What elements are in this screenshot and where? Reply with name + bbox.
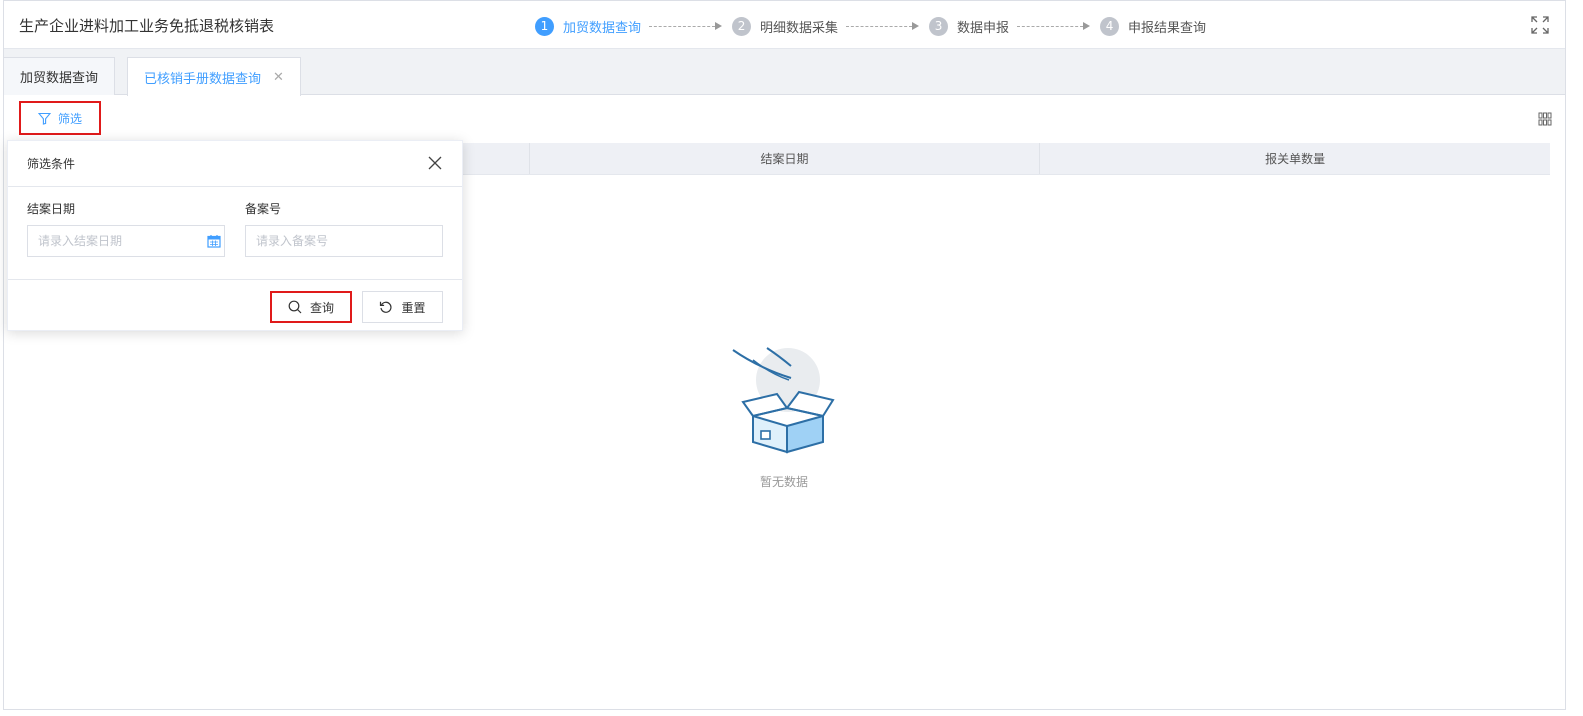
step-label: 申报结果查询	[1128, 20, 1207, 36]
step-2[interactable]: 2 明细数据采集	[732, 16, 839, 36]
calendar-icon[interactable]	[207, 234, 221, 248]
step-4[interactable]: 4 申报结果查询	[1100, 16, 1207, 36]
reset-button[interactable]: 重置	[362, 291, 443, 323]
filter-panel: 筛选条件 结案日期 备案号 查询	[7, 140, 463, 331]
empty-box-icon	[732, 347, 835, 454]
tab-verified-manual-query[interactable]: 已核销手册数据查询 ✕	[127, 57, 301, 96]
column-header-declaration-count[interactable]: 报关单数量	[1040, 143, 1550, 174]
reset-label: 重置	[401, 300, 426, 315]
filter-panel-header: 筛选条件	[8, 141, 462, 187]
record-number-label: 备案号	[245, 202, 282, 216]
record-number-input[interactable]	[245, 225, 443, 257]
query-button[interactable]: 查询	[270, 291, 352, 323]
step-label: 加贸数据查询	[563, 20, 642, 36]
close-icon[interactable]	[428, 156, 442, 170]
step-arrow	[649, 22, 723, 30]
tab-label: 加贸数据查询	[20, 71, 99, 86]
grid-icon[interactable]	[1538, 112, 1552, 126]
funnel-icon	[37, 112, 51, 125]
step-arrow	[1017, 22, 1091, 30]
search-icon	[288, 300, 302, 314]
step-number: 1	[535, 16, 554, 36]
tab-trade-data-query[interactable]: 加贸数据查询	[3, 57, 116, 95]
tab-label: 已核销手册数据查询	[144, 71, 262, 87]
step-label: 明细数据采集	[760, 20, 839, 36]
step-number: 4	[1100, 16, 1120, 36]
tab-bar: 加贸数据查询 已核销手册数据查询 ✕	[3, 49, 1565, 96]
app-frame: 生产企业进料加工业务免抵退税核销表 1 加贸数据查询 2 明细数据采集 3 数据…	[3, 0, 1566, 710]
closing-date-label: 结案日期	[27, 202, 76, 216]
step-number: 3	[929, 16, 949, 36]
filter-panel-title: 筛选条件	[27, 157, 76, 171]
page-title: 生产企业进料加工业务免抵退税核销表	[19, 17, 275, 35]
step-3[interactable]: 3 数据申报	[929, 16, 1010, 36]
filter-label: 筛选	[57, 111, 82, 126]
filter-button[interactable]: 筛选	[19, 101, 101, 135]
query-label: 查询	[309, 300, 334, 315]
step-indicator: 1 加贸数据查询 2 明细数据采集 3 数据申报 4 申报结果查询	[535, 15, 1206, 37]
empty-state: 暂无数据	[729, 346, 839, 490]
closing-date-input[interactable]	[27, 225, 225, 257]
filter-panel-footer: 查询 重置	[8, 279, 462, 331]
expand-icon[interactable]	[1531, 16, 1549, 34]
close-icon[interactable]: ✕	[273, 70, 284, 85]
step-arrow	[846, 22, 920, 30]
column-header-closing-date[interactable]: 结案日期	[530, 143, 1041, 174]
step-1[interactable]: 1 加贸数据查询	[535, 16, 642, 36]
page-header: 生产企业进料加工业务免抵退税核销表 1 加贸数据查询 2 明细数据采集 3 数据…	[4, 1, 1565, 49]
step-label: 数据申报	[957, 20, 1010, 36]
refresh-icon	[380, 301, 392, 313]
empty-text: 暂无数据	[759, 475, 808, 489]
step-number: 2	[732, 16, 752, 36]
